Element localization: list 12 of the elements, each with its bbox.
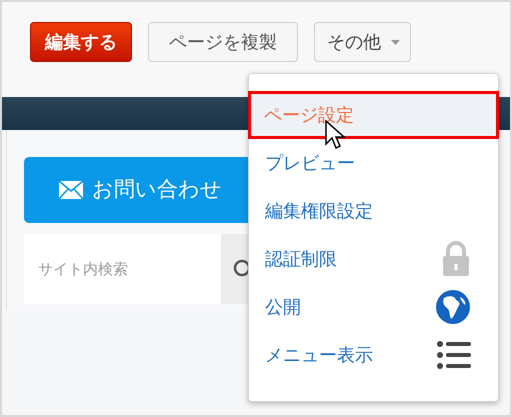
- more-dropdown-button[interactable]: その他: [314, 22, 411, 62]
- menu-item[interactable]: 認証制限: [249, 235, 498, 283]
- search-field[interactable]: サイト内検索: [24, 234, 221, 304]
- caret-icon: [391, 40, 400, 44]
- list-icon: [437, 341, 471, 369]
- envelope-icon: [58, 180, 84, 200]
- menu-item[interactable]: 公開: [249, 283, 498, 331]
- duplicate-page-button[interactable]: ページを複製: [148, 22, 298, 62]
- lock-icon: [441, 241, 471, 277]
- globe-icon: [435, 289, 471, 325]
- edit-button[interactable]: 編集する: [30, 22, 132, 62]
- menu-item[interactable]: メニュー表示: [249, 331, 498, 379]
